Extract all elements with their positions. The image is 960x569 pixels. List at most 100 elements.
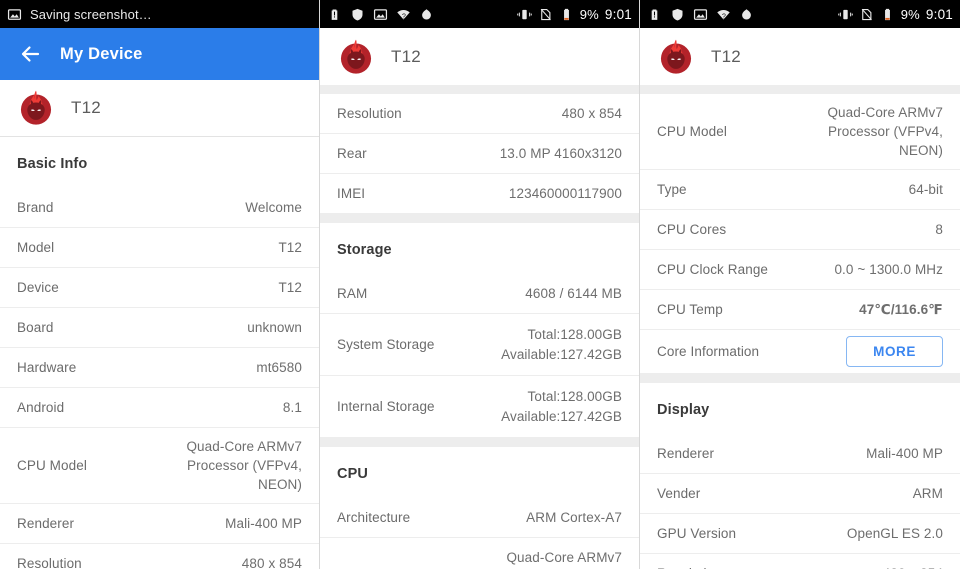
shield-icon <box>350 7 365 22</box>
status-bar-right-icons: 9% 9:01 <box>837 7 953 22</box>
status-bar-right: ? 9% 9:01 <box>640 0 960 28</box>
section-title-cpu: CPU <box>337 466 368 482</box>
device-header-row: T12 <box>320 28 639 85</box>
status-bar-left: Saving screenshot… <box>0 0 319 28</box>
row-value: 64-bit <box>908 182 943 198</box>
shield-icon <box>670 7 685 22</box>
row-key: Brand <box>17 200 54 215</box>
table-row[interactable]: Renderer Mali-400 MP <box>640 434 960 475</box>
row-key: Internal Storage <box>337 399 435 414</box>
image-icon <box>7 7 22 22</box>
battery-percent: 9% <box>579 6 599 22</box>
vibrate-icon <box>837 7 853 22</box>
clock: 9:01 <box>604 6 632 22</box>
page-title: My Device <box>60 44 143 63</box>
table-row[interactable]: Internal Storage Total:128.00GB Available… <box>320 376 639 438</box>
row-value: 13.0 MP 4160x3120 <box>499 145 622 161</box>
table-row[interactable]: Resolution480 x 854 <box>640 554 960 569</box>
table-row[interactable]: RAM 4608 / 6144 MB <box>320 274 639 314</box>
status-bar-middle: ? 9% 9:01 <box>320 0 639 28</box>
panel-left: Saving screenshot… My Device T12 Basic I… <box>0 0 320 569</box>
device-name: T12 <box>71 98 101 117</box>
svg-text:?: ? <box>722 13 726 20</box>
image-icon <box>693 7 708 22</box>
table-row[interactable]: System Storage Total:128.00GB Available:1… <box>320 314 639 376</box>
row-value: Total:128.00GB Available:127.42GB <box>501 389 622 424</box>
row-key: Vender <box>657 486 701 502</box>
table-row[interactable]: CPU Cores 8 <box>640 210 960 251</box>
row-key: Type <box>657 182 687 198</box>
row-key: GPU Version <box>657 526 737 542</box>
device-header-row: T12 <box>640 28 960 85</box>
row-value: Mali-400 MP <box>225 516 302 532</box>
row-value: 480 x 854 <box>883 564 943 569</box>
battery-low-icon <box>559 7 574 22</box>
table-row[interactable]: CPU Clock Range 0.0 ~ 1300.0 MHz <box>640 250 960 291</box>
row-value: Welcome <box>245 199 302 215</box>
table-row[interactable]: Resolution 480 x 854 <box>320 94 639 134</box>
table-row[interactable]: Quad-Core ARMv7 <box>320 538 639 569</box>
row-key: Renderer <box>657 446 715 462</box>
row-key: CPU Model <box>17 458 87 474</box>
row-value: Quad-Core ARMv7 <box>506 549 622 565</box>
row-value: ARM Cortex-A7 <box>526 509 622 525</box>
status-bar-right-icons: 9% 9:01 <box>516 6 632 22</box>
row-value: T12 <box>278 279 302 295</box>
table-row[interactable]: CPU Temp 47℃/116.6℉ <box>640 290 960 331</box>
row-value: 4608 / 6144 MB <box>525 285 622 301</box>
device-name: T12 <box>391 46 421 66</box>
status-bar-left-icons: ? <box>327 7 517 22</box>
table-row[interactable]: Architecture ARM Cortex-A7 <box>320 498 639 538</box>
table-row[interactable]: Device T12 <box>0 268 319 308</box>
row-value: 480 x 854 <box>561 105 622 121</box>
table-row[interactable]: Board unknown <box>0 308 319 348</box>
wifi-question-icon: ? <box>396 7 411 22</box>
row-key: Core Information <box>657 344 760 360</box>
section-title-storage: Storage <box>337 242 392 258</box>
row-value: Total:128.00GB Available:127.42GB <box>501 327 622 362</box>
row-value: 47℃/116.6℉ <box>859 302 943 318</box>
table-row[interactable]: Hardware mt6580 <box>0 348 319 388</box>
row-key: Board <box>17 320 54 335</box>
table-row[interactable]: CPU Model Quad-Core ARMv7 Processor (VFPv… <box>0 428 319 505</box>
battery-low-icon <box>880 7 895 22</box>
row-value: Quad-Core ARMv7 Processor (VFPv4, NEON) <box>186 439 302 493</box>
status-bar-left-icons: Saving screenshot… <box>7 7 312 22</box>
table-row[interactable]: Rear 13.0 MP 4160x3120 <box>320 134 639 174</box>
no-sim-icon <box>538 7 553 22</box>
row-key: CPU Temp <box>657 302 723 318</box>
table-row[interactable]: Renderer Mali-400 MP <box>0 504 319 545</box>
table-row[interactable]: Vender ARM <box>640 474 960 515</box>
table-row[interactable]: Android 8.1 <box>0 388 319 428</box>
table-row[interactable]: GPU Version OpenGL ES 2.0 <box>640 514 960 555</box>
row-key: CPU Model <box>657 124 727 140</box>
row-value: T12 <box>278 239 302 255</box>
row-value: Mali-400 MP <box>866 446 943 462</box>
table-row[interactable]: Resolution480 x 854 <box>0 544 319 569</box>
antutu-logo-icon <box>17 89 55 127</box>
section-divider <box>640 85 960 94</box>
row-value: 8.1 <box>282 399 302 415</box>
row-key: System Storage <box>337 337 435 352</box>
back-arrow-icon[interactable] <box>18 42 42 66</box>
device-name: T12 <box>711 46 741 66</box>
row-key: Hardware <box>17 360 77 375</box>
table-row[interactable]: Model T12 <box>0 228 319 268</box>
row-value: Quad-Core ARMv7 Processor (VFPv4, NEON) <box>827 105 943 159</box>
svg-text:?: ? <box>402 13 406 20</box>
row-value: OpenGL ES 2.0 <box>846 526 943 542</box>
row-value: 0.0 ~ 1300.0 MHz <box>834 262 943 278</box>
more-button[interactable]: MORE <box>846 336 943 368</box>
table-row[interactable]: IMEI 123460000117900 <box>320 174 639 214</box>
table-row[interactable]: Brand Welcome <box>0 188 319 228</box>
row-value: 8 <box>935 222 943 238</box>
panel-middle: ? 9% 9:01 T12 Resolution 480 x 854 Rear … <box>320 0 640 569</box>
row-key: CPU Cores <box>657 222 727 238</box>
row-key: Model <box>17 240 55 255</box>
table-row[interactable]: CPU Model Quad-Core ARMv7 Processor (VFPv… <box>640 94 960 171</box>
app-icon <box>739 7 754 22</box>
core-information-row: Core Information MORE <box>640 330 960 375</box>
row-key: Resolution <box>337 106 402 121</box>
table-row[interactable]: Type 64-bit <box>640 170 960 211</box>
section-divider <box>320 85 639 94</box>
